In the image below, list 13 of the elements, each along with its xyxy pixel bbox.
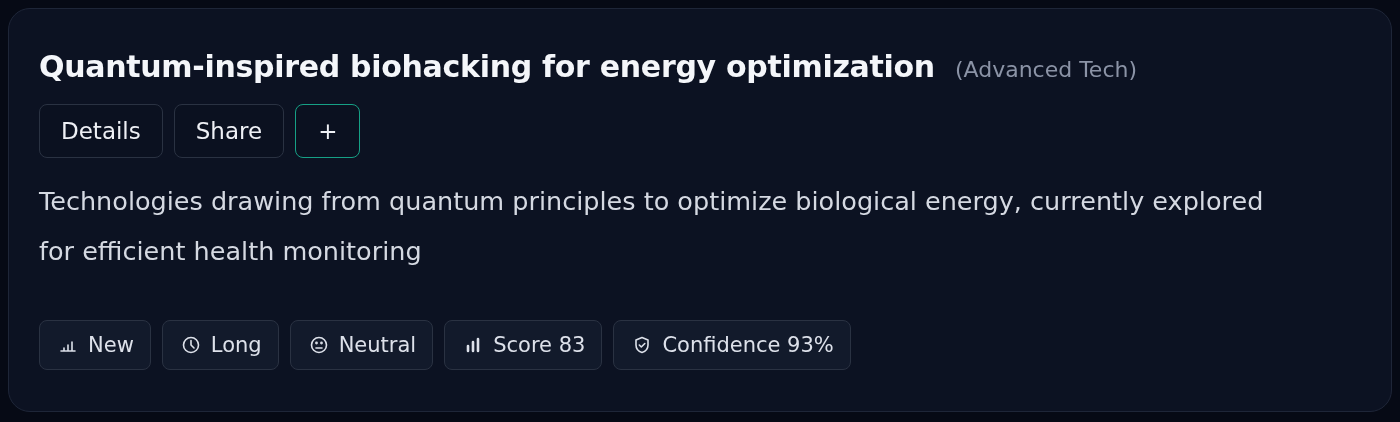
action-button[interactable]: Details: [39, 104, 163, 158]
category-label: (Advanced Tech): [954, 57, 1138, 82]
tag-chip: Neutral: [289, 320, 434, 370]
tag-chip: Confidence 93%: [613, 320, 851, 370]
tag-chip: Long: [161, 320, 279, 370]
face-icon: [308, 335, 329, 355]
tag-chip: New: [39, 320, 151, 370]
action-button[interactable]: Share: [173, 104, 285, 158]
card-title: Quantum-inspired biohacking for energy optimization: [39, 49, 935, 84]
tag-chip: Score 83: [444, 320, 603, 370]
description: Technologies drawing from quantum principles to optimize biological energy, currently explored for efficient health monitoring: [39, 185, 1265, 268]
add-button[interactable]: +: [295, 104, 361, 158]
clock-icon: [180, 335, 201, 355]
